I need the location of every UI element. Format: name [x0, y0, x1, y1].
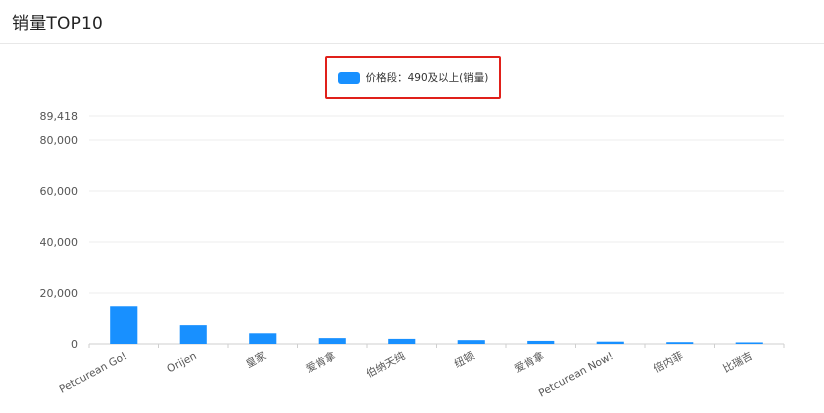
bar — [179, 325, 207, 344]
bar — [457, 340, 485, 344]
y-tick-label: 60,000 — [40, 185, 79, 198]
x-category-label: Petcurean Go! — [58, 350, 130, 396]
bar — [110, 306, 138, 344]
x-category-label: 爱肯拿 — [512, 349, 546, 376]
y-tick-label: 80,000 — [40, 134, 79, 147]
bar — [735, 342, 763, 344]
x-category-label: 倍内菲 — [651, 349, 685, 376]
bar — [596, 341, 624, 344]
y-tick-label: 0 — [71, 338, 78, 351]
x-category-label: 爱肯拿 — [304, 349, 338, 376]
x-category-label: 纽顿 — [452, 349, 477, 371]
y-tick-label: 40,000 — [40, 236, 79, 249]
bar — [388, 338, 416, 344]
x-category-label: Petcurean Now! — [537, 350, 616, 400]
bar-chart: 0 20,000 40,000 60,000 80,000 89,418 Petcurean… — [40, 110, 785, 400]
y-tick-label: 20,000 — [40, 287, 79, 300]
chart-card: 销量TOP10 价格段：490及以上(销量) 0 20,000 40,000 60,0… — [0, 0, 824, 413]
bar — [666, 342, 694, 344]
x-category-label: 比瑞吉 — [721, 349, 755, 375]
bar — [527, 340, 555, 344]
y-tick-label: 89,418 — [40, 110, 79, 123]
x-category-label: 皇家 — [244, 349, 269, 371]
x-category-label: 伯纳天纯 — [364, 349, 408, 380]
bar — [318, 338, 346, 344]
x-category-label: Orijen — [165, 350, 198, 375]
bar — [249, 333, 277, 344]
